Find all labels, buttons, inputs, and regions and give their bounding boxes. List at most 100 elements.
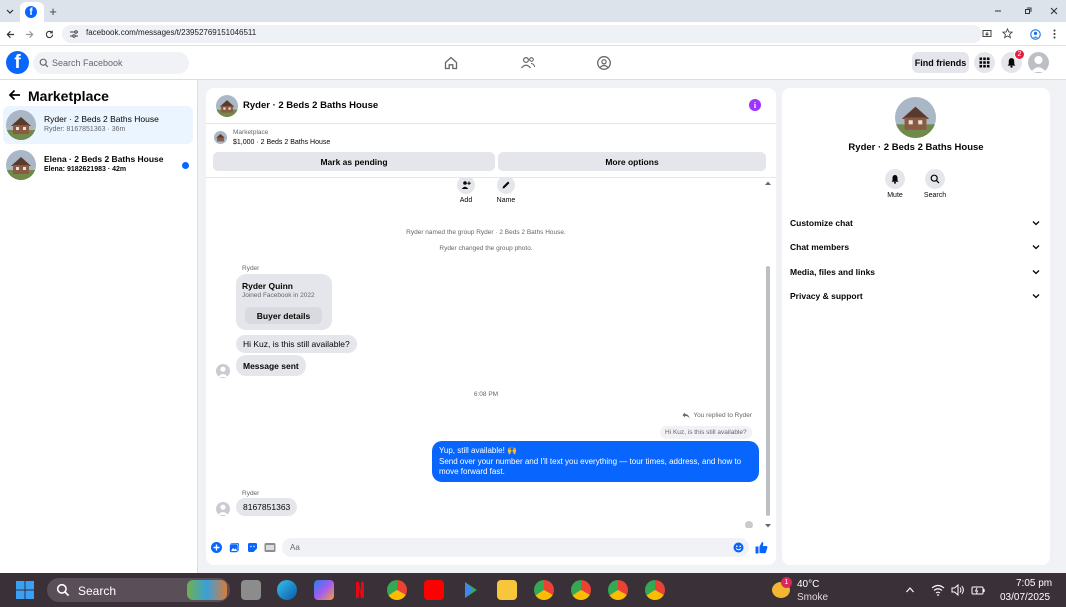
sticker-icon[interactable] <box>247 542 258 553</box>
volume-icon[interactable] <box>951 584 965 596</box>
bookmark-star-icon[interactable] <box>1002 28 1013 39</box>
conversation-item[interactable]: Elena · 2 Beds 2 Baths House Elena: 9182… <box>3 146 193 184</box>
search-facebook-input[interactable]: Search Facebook <box>33 52 189 74</box>
chrome-profile-b-icon[interactable] <box>571 580 591 600</box>
chat-avatar[interactable] <box>216 95 238 117</box>
show-hidden-icons-chevron[interactable] <box>905 585 915 595</box>
chevron-down-icon <box>1032 294 1040 299</box>
task-view-icon[interactable] <box>241 580 261 600</box>
house-thumbnail <box>6 150 36 180</box>
browser-tab[interactable]: f <box>20 2 44 22</box>
forward-icon[interactable] <box>22 26 36 42</box>
minimize-icon[interactable] <box>990 3 1006 19</box>
wifi-icon[interactable] <box>931 584 945 596</box>
emoji-icon[interactable] <box>733 542 744 553</box>
copilot-icon[interactable] <box>314 580 334 600</box>
weather-widget[interactable]: 1 40°C Smoke <box>770 576 840 604</box>
weather-description: Smoke <box>797 592 829 603</box>
battery-icon[interactable] <box>971 584 985 596</box>
search-icon <box>39 58 49 68</box>
chrome-profile-a-icon[interactable] <box>534 580 554 600</box>
chat-title[interactable]: Ryder · 2 Beds 2 Baths House <box>243 100 378 111</box>
like-thumbs-up-icon[interactable] <box>755 541 768 554</box>
back-icon[interactable] <box>3 26 17 42</box>
windows-start-icon[interactable] <box>15 580 35 600</box>
chrome-profile-c-icon[interactable] <box>608 580 628 600</box>
url-text: facebook.com/messages/t/2395276915104651… <box>86 28 257 37</box>
home-nav-icon[interactable] <box>443 55 459 71</box>
add-person-icon <box>457 178 475 194</box>
reply-icon <box>682 412 690 419</box>
clock-time[interactable]: 7:05 pm <box>1016 578 1052 589</box>
incoming-message[interactable]: Hi Kuz, is this still available? <box>236 335 357 353</box>
scrollbar-thumb[interactable] <box>766 266 770 516</box>
browser-menu-icon[interactable] <box>1048 26 1060 42</box>
mute-action[interactable]: Mute <box>877 169 913 199</box>
buyer-joined: Joined Facebook in 2022 <box>242 292 315 299</box>
install-app-icon[interactable] <box>982 29 992 39</box>
taskbar-search-box[interactable]: Search <box>47 578 230 602</box>
address-bar[interactable]: facebook.com/messages/t/2395276915104651… <box>62 25 1013 43</box>
scroll-up-icon[interactable] <box>764 180 772 186</box>
notification-count-badge: 2 <box>1014 49 1025 60</box>
mark-as-pending-button[interactable]: Mark as pending <box>213 152 495 171</box>
profile-icon[interactable] <box>1027 26 1043 42</box>
close-window-icon[interactable] <box>1046 3 1062 19</box>
chrome-icon[interactable] <box>387 580 407 600</box>
friends-nav-icon[interactable] <box>520 55 536 71</box>
incoming-message[interactable]: 8167851363 <box>236 498 298 516</box>
edge-browser-icon[interactable] <box>277 580 297 600</box>
browser-tab-bar: f + <box>0 0 1066 22</box>
find-friends-button[interactable]: Find friends <box>912 52 969 73</box>
incoming-message[interactable]: Message sent <box>236 355 306 376</box>
conversation-info-icon[interactable]: i <box>749 99 761 111</box>
search-icon <box>56 583 70 597</box>
file-explorer-icon[interactable] <box>497 580 517 600</box>
system-message: Ryder named the group Ryder · 2 Beds 2 B… <box>406 229 566 236</box>
chat-members-section[interactable]: Chat members <box>790 237 1042 257</box>
groups-nav-icon[interactable] <box>596 55 612 71</box>
sender-avatar <box>216 502 230 516</box>
customize-chat-section[interactable]: Customize chat <box>790 213 1042 233</box>
scroll-down-icon[interactable] <box>764 523 772 529</box>
conversation-preview: Ryder: 8167851363 · 36m <box>44 126 126 133</box>
tab-list-icon[interactable] <box>3 4 17 18</box>
message-input[interactable]: Aa <box>282 538 749 557</box>
photo-icon[interactable] <box>229 542 240 553</box>
back-arrow-icon[interactable] <box>8 88 22 102</box>
message-scrollbar[interactable] <box>764 178 772 528</box>
search-action[interactable]: Search <box>917 169 953 199</box>
name-group-action[interactable]: Name <box>486 178 526 204</box>
listing-price[interactable]: $1,000 · 2 Beds 2 Baths House <box>233 139 330 146</box>
reply-context: You replied to Ryder <box>682 412 752 419</box>
weather-badge: 1 <box>781 577 792 588</box>
add-people-action[interactable]: Add <box>446 178 486 204</box>
new-tab-button[interactable]: + <box>46 3 60 19</box>
account-avatar[interactable] <box>1028 52 1049 73</box>
conversation-item[interactable]: Ryder · 2 Beds 2 Baths House Ryder: 8167… <box>3 106 193 144</box>
facebook-logo-icon[interactable]: f <box>6 51 29 74</box>
gif-icon[interactable] <box>264 542 276 553</box>
conversation-photo[interactable] <box>895 97 936 138</box>
quoted-message[interactable]: Hi Kuz, is this still available? <box>660 426 752 439</box>
site-info-icon[interactable] <box>69 29 79 39</box>
chrome-profile-d-icon[interactable] <box>645 580 665 600</box>
media-files-links-section[interactable]: Media, files and links <box>790 262 1042 282</box>
privacy-support-section[interactable]: Privacy & support <box>790 286 1042 306</box>
clock-date[interactable]: 03/07/2025 <box>1000 592 1050 603</box>
menu-grid-icon[interactable] <box>974 52 995 73</box>
outgoing-message[interactable]: Yup, still available! 🙌 Send over your n… <box>432 441 759 482</box>
sender-name: Ryder <box>242 490 260 497</box>
buyer-details-button[interactable]: Buyer details <box>245 307 322 324</box>
youtube-app-icon[interactable] <box>424 580 444 600</box>
reload-icon[interactable] <box>42 26 56 42</box>
message-composer: Aa <box>206 534 776 562</box>
netflix-icon[interactable] <box>350 580 370 600</box>
more-options-button[interactable]: More options <box>498 152 766 171</box>
restore-icon[interactable] <box>1020 3 1036 19</box>
house-thumbnail <box>6 110 36 140</box>
more-actions-plus-icon[interactable] <box>211 542 222 553</box>
listing-kicker: Marketplace <box>233 129 269 136</box>
play-store-icon[interactable] <box>461 580 481 600</box>
weather-temperature: 40°C <box>797 579 820 590</box>
